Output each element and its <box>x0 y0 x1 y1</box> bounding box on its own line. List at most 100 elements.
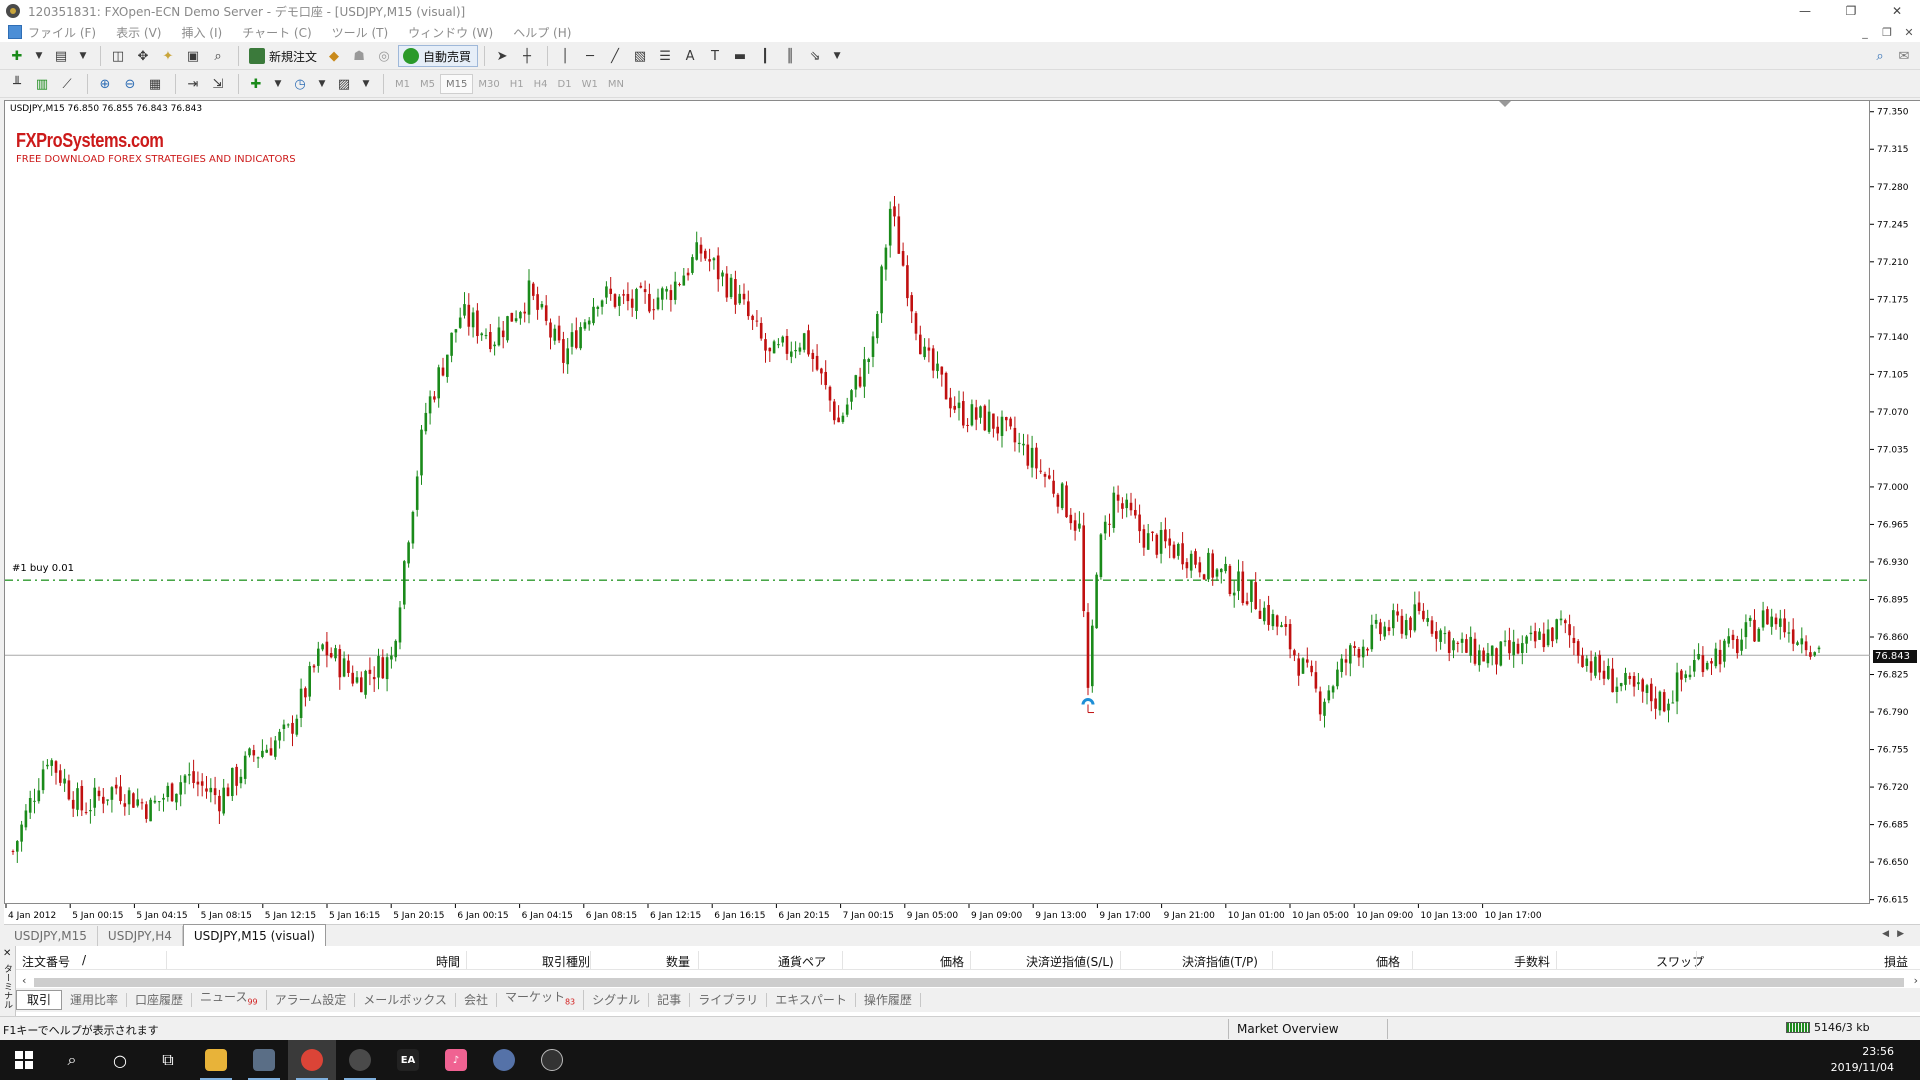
strategy-tester-icon[interactable]: ⌕ <box>207 45 229 67</box>
timeframe-m30[interactable]: M30 <box>473 74 504 94</box>
mdi-restore-button[interactable]: ❐ <box>1876 22 1898 42</box>
dropdown-arrow-icon[interactable]: ▼ <box>75 45 91 67</box>
restore-button[interactable]: ❐ <box>1828 0 1874 22</box>
profiles-icon[interactable]: ▤ <box>50 45 72 67</box>
text-icon[interactable]: A <box>679 45 701 67</box>
crosshair-icon[interactable]: ┼ <box>516 45 538 67</box>
metatrader-icon[interactable] <box>336 1040 384 1080</box>
timeframe-mn[interactable]: MN <box>603 74 629 94</box>
tile-windows-icon[interactable]: ▦ <box>144 73 166 95</box>
terminal-tab-1[interactable]: 運用比率 <box>62 993 128 1007</box>
col-take-profit[interactable]: 決済指値(T/P) <box>1182 953 1258 970</box>
task-view-icon[interactable]: ⧉ <box>144 1040 192 1080</box>
timeframe-d1[interactable]: D1 <box>553 74 577 94</box>
terminal-tab-6[interactable]: 会社 <box>456 993 497 1007</box>
terminal-tab-8[interactable]: シグナル <box>584 993 650 1007</box>
terminal-tab-7[interactable]: マーケット83 <box>497 990 585 1010</box>
col-current-price[interactable]: 価格 <box>1376 953 1400 970</box>
globe-app-icon[interactable] <box>480 1040 528 1080</box>
signals-icon[interactable]: ☗ <box>348 45 370 67</box>
trendline-icon[interactable]: ╱ <box>604 45 626 67</box>
terminal-close-icon[interactable]: ✕ <box>3 948 11 959</box>
cursor-icon[interactable]: ➤ <box>491 45 513 67</box>
metaeditor-icon[interactable]: ◆ <box>323 45 345 67</box>
timeframe-m15[interactable]: M15 <box>440 74 474 94</box>
periods-icon[interactable]: ◷ <box>289 73 311 95</box>
terminal-tab-2[interactable]: 口座履歴 <box>127 993 193 1007</box>
chart-tab-usdjpy-h4[interactable]: USDJPY,H4 <box>98 926 183 946</box>
price-chart[interactable] <box>5 101 1871 905</box>
search-taskbar-icon[interactable]: ⌕ <box>48 1040 96 1080</box>
mdi-close-button[interactable]: ✕ <box>1898 22 1920 42</box>
terminal-tab-5[interactable]: メールボックス <box>355 993 456 1007</box>
gann-grid-icon[interactable]: ║ <box>779 45 801 67</box>
horizontal-line-icon[interactable]: ─ <box>579 45 601 67</box>
time-axis[interactable]: 4 Jan 2012 5 Jan 00:15 5 Jan 04:15 5 Jan 08… <box>4 904 1920 924</box>
price-axis[interactable]: 77.350 77.315 77.280 77.245 77.210 77.175 77.1… <box>1870 100 1920 905</box>
line-chart-icon[interactable]: ⟋ <box>56 73 78 95</box>
terminal-tab-11[interactable]: エキスパート <box>767 993 856 1007</box>
zoom-out-icon[interactable]: ⊖ <box>119 73 141 95</box>
timeframe-h1[interactable]: H1 <box>505 74 529 94</box>
mdi-minimize-button[interactable]: _ <box>1854 22 1876 42</box>
vps-icon[interactable]: ◎ <box>373 45 395 67</box>
chart-tabs-scroll-arrows[interactable]: ◀▶ <box>1882 929 1912 939</box>
timeframe-w1[interactable]: W1 <box>577 74 603 94</box>
menu-chart[interactable]: チャート (C) <box>242 24 311 41</box>
chart-window[interactable] <box>4 100 1871 905</box>
menu-window[interactable]: ウィンドウ (W) <box>408 24 493 41</box>
obs-icon[interactable] <box>528 1040 576 1080</box>
terminal-tab-9[interactable]: 記事 <box>649 993 691 1007</box>
chart-tab-usdjpy-m15-visual[interactable]: USDJPY,M15 (visual) <box>182 924 326 946</box>
timeframe-m1[interactable]: M1 <box>390 74 415 94</box>
menu-file[interactable]: ファイル (F) <box>28 24 96 41</box>
timeframe-h4[interactable]: H4 <box>529 74 553 94</box>
dropdown-arrow-icon[interactable]: ▼ <box>31 45 47 67</box>
ea-app-icon[interactable]: EA <box>384 1040 432 1080</box>
data-window-icon[interactable]: ✥ <box>132 45 154 67</box>
auto-trading-button[interactable]: 自動売買 <box>398 45 479 67</box>
music-app-icon[interactable]: ♪ <box>432 1040 480 1080</box>
market-watch-icon[interactable]: ◫ <box>107 45 129 67</box>
scroll-right-icon[interactable]: › <box>1914 974 1918 987</box>
chart-shift-icon[interactable]: ⇥ <box>182 73 204 95</box>
candlestick-icon[interactable]: ▥ <box>31 73 53 95</box>
col-price[interactable]: 価格 <box>940 953 964 970</box>
templates-icon[interactable]: ▨ <box>333 73 355 95</box>
col-profit[interactable]: 損益 <box>1884 953 1908 970</box>
start-button[interactable] <box>0 1040 48 1080</box>
terminal-tab-12[interactable]: 操作履歴 <box>856 993 921 1007</box>
new-chart-icon[interactable]: ✚ <box>6 45 28 67</box>
timeframe-m5[interactable]: M5 <box>415 74 440 94</box>
connection-status[interactable]: 5146/3 kb <box>1786 1021 1870 1034</box>
equidistant-channel-icon[interactable]: ▧ <box>629 45 651 67</box>
scrollbar-thumb[interactable] <box>34 978 1904 987</box>
taskbar-clock[interactable]: 23:56 2019/11/04 <box>1831 1044 1894 1076</box>
col-time[interactable]: 時間 <box>436 953 460 970</box>
chat-icon[interactable]: ✉ <box>1893 45 1915 67</box>
vertical-line-icon[interactable]: │ <box>554 45 576 67</box>
close-button[interactable]: ✕ <box>1874 0 1920 22</box>
col-commission[interactable]: 手数料 <box>1514 953 1550 970</box>
dropdown-arrow-icon[interactable]: ▼ <box>314 73 330 95</box>
scroll-left-icon[interactable]: ‹ <box>22 974 26 987</box>
col-stop-loss[interactable]: 決済逆指値(S/L) <box>1026 953 1114 970</box>
terminal-tab-4[interactable]: アラーム設定 <box>267 993 356 1007</box>
chart-tab-usdjpy-m15[interactable]: USDJPY,M15 <box>4 926 98 946</box>
terminal-tab-3[interactable]: ニュース99 <box>192 990 267 1010</box>
menu-tools[interactable]: ツール (T) <box>332 24 389 41</box>
bar-chart-icon[interactable]: ╨ <box>6 73 28 95</box>
col-order[interactable]: 注文番号 <box>22 953 70 970</box>
col-sort[interactable]: / <box>82 953 86 967</box>
file-explorer-icon[interactable] <box>192 1040 240 1080</box>
rectangle-icon[interactable]: ▬ <box>729 45 751 67</box>
new-order-button[interactable]: 新規注文 <box>245 45 323 67</box>
menu-insert[interactable]: 挿入 (I) <box>181 24 222 41</box>
arrows-icon[interactable]: ⇘ <box>804 45 826 67</box>
search-icon[interactable]: ⌕ <box>1869 45 1891 67</box>
dropdown-arrow-icon[interactable]: ▼ <box>270 73 286 95</box>
terminal-icon[interactable]: ▣ <box>182 45 204 67</box>
menu-help[interactable]: ヘルプ (H) <box>513 24 571 41</box>
col-size[interactable]: 数量 <box>666 953 690 970</box>
terminal-tab-0[interactable]: 取引 <box>16 990 63 1010</box>
